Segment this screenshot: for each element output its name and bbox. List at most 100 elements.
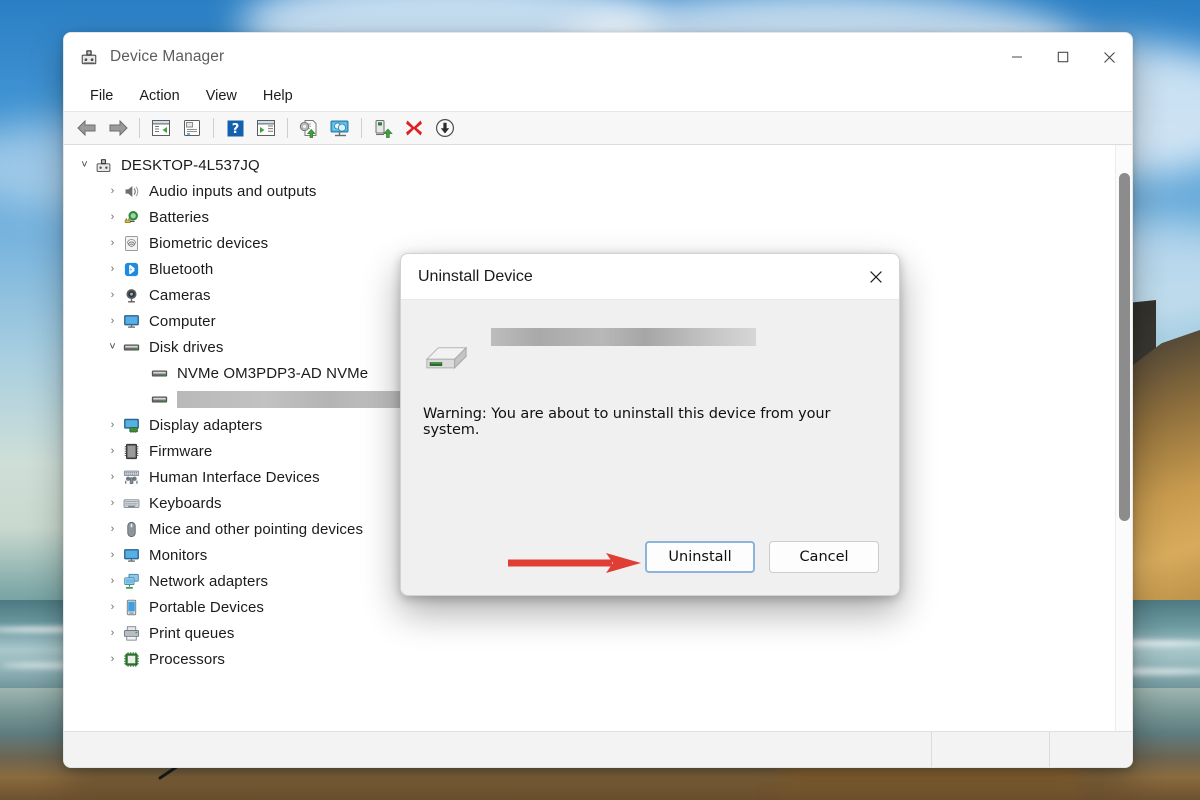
close-button[interactable]	[1086, 33, 1132, 81]
chevron-right-icon[interactable]: ›	[104, 654, 121, 665]
dialog-close-button[interactable]	[853, 254, 899, 300]
chevron-right-icon[interactable]: ›	[104, 186, 121, 197]
chevron-right-icon[interactable]: ›	[104, 550, 121, 561]
uninstall-device-button[interactable]	[399, 114, 429, 142]
monitor-icon	[121, 546, 141, 564]
chevron-down-icon[interactable]: ˅	[76, 160, 93, 171]
printer-icon	[121, 624, 141, 642]
disk-drive-icon	[121, 338, 141, 356]
tree-node-label: Bluetooth	[149, 261, 213, 278]
cancel-button[interactable]: Cancel	[769, 541, 879, 573]
uninstall-button[interactable]: Uninstall	[645, 541, 755, 573]
menu-item-view[interactable]: View	[193, 85, 250, 107]
status-bar-text	[64, 732, 932, 767]
tree-node-label: Portable Devices	[149, 599, 264, 616]
tree-node-label: Monitors	[149, 547, 207, 564]
keyboard-icon	[121, 494, 141, 512]
chevron-right-icon[interactable]: ›	[104, 290, 121, 301]
tree-node-label: Audio inputs and outputs	[149, 183, 317, 200]
network-adapter-icon	[121, 572, 141, 590]
show-hide-console-tree-button[interactable]	[146, 114, 176, 142]
chevron-right-icon[interactable]: ›	[104, 316, 121, 327]
enable-device-icon	[373, 119, 393, 138]
uninstall-device-dialog: Uninstall Device Warning: You are about …	[400, 253, 900, 596]
toolbar-separator	[213, 118, 214, 138]
tree-node-label: Human Interface Devices	[149, 469, 320, 486]
help-button[interactable]: ?	[220, 114, 250, 142]
redacted-device-name	[491, 328, 756, 346]
status-bar-segment-3	[1050, 732, 1132, 767]
chevron-right-icon[interactable]: ›	[104, 576, 121, 587]
tree-node-root[interactable]: ˅ DESKTOP-4L537JQ	[64, 152, 1115, 178]
status-bar	[64, 731, 1132, 767]
properties-icon	[182, 119, 202, 137]
chevron-right-icon[interactable]: ›	[104, 628, 121, 639]
chevron-down-icon[interactable]: ˅	[104, 342, 121, 353]
chevron-right-icon[interactable]: ›	[104, 472, 121, 483]
dialog-warning-text: Warning: You are about to uninstall this…	[423, 406, 877, 438]
menu-item-help[interactable]: Help	[250, 85, 306, 107]
enable-device-button[interactable]	[368, 114, 398, 142]
monitor-icon	[121, 312, 141, 330]
tree-node-label: Biometric devices	[149, 235, 268, 252]
device-manager-icon	[80, 48, 98, 66]
chevron-right-icon[interactable]: ›	[104, 446, 121, 457]
tree-node-label: Keyboards	[149, 495, 222, 512]
toolbar-separator	[139, 118, 140, 138]
disk-drive-3d-icon	[423, 342, 469, 375]
vertical-scrollbar[interactable]	[1115, 145, 1132, 731]
forward-arrow-icon	[107, 119, 129, 137]
disable-device-button[interactable]	[430, 114, 460, 142]
action-pane-icon	[256, 119, 276, 137]
tree-node-label: Network adapters	[149, 573, 268, 590]
menu-item-file[interactable]: File	[77, 85, 126, 107]
dialog-body: Warning: You are about to uninstall this…	[401, 300, 899, 519]
window-controls	[994, 33, 1132, 81]
chevron-right-icon[interactable]: ›	[104, 498, 121, 509]
forward-button[interactable]	[103, 114, 133, 142]
tree-node-batteries[interactable]: › Batteries	[64, 204, 1115, 230]
dialog-footer: Uninstall Cancel	[401, 519, 899, 595]
camera-icon	[121, 286, 141, 304]
back-button[interactable]	[72, 114, 102, 142]
svg-text:?: ?	[231, 122, 239, 137]
chevron-right-icon[interactable]: ›	[104, 238, 121, 249]
chevron-right-icon[interactable]: ›	[104, 602, 121, 613]
minimize-button[interactable]	[994, 33, 1040, 81]
tree-node-label: Print queues	[149, 625, 234, 642]
properties-button[interactable]	[177, 114, 207, 142]
tree-node-processors[interactable]: › Processors	[64, 646, 1115, 672]
speaker-icon	[121, 182, 141, 200]
disk-drive-icon	[149, 390, 169, 408]
bluetooth-icon	[121, 260, 141, 278]
dialog-title-bar: Uninstall Device	[401, 254, 899, 300]
scrollbar-thumb[interactable]	[1119, 173, 1130, 521]
chevron-right-icon[interactable]: ›	[104, 420, 121, 431]
computer-root-icon	[93, 156, 113, 174]
tree-node-label: Disk drives	[149, 339, 223, 356]
chevron-right-icon[interactable]: ›	[104, 264, 121, 275]
show-hide-action-pane-button[interactable]	[251, 114, 281, 142]
back-arrow-icon	[76, 119, 98, 137]
display-adapter-icon	[121, 416, 141, 434]
tree-node-audio-inputs-and-outputs[interactable]: › Audio inputs and outputs	[64, 178, 1115, 204]
menu-item-action[interactable]: Action	[126, 85, 192, 107]
tree-node-print-queues[interactable]: › Print queues	[64, 620, 1115, 646]
redacted-device-name	[177, 391, 429, 408]
window-title-bar[interactable]: Device Manager	[64, 33, 1132, 81]
toolbar-separator	[361, 118, 362, 138]
firmware-icon	[121, 442, 141, 460]
console-tree-icon	[151, 119, 171, 137]
tree-node-portable-devices[interactable]: › Portable Devices	[64, 594, 1115, 620]
chevron-right-icon[interactable]: ›	[104, 524, 121, 535]
maximize-button[interactable]	[1040, 33, 1086, 81]
scan-for-hardware-changes-button[interactable]	[325, 114, 355, 142]
tree-node-label: NVMe OM3PDP3-AD NVMe	[177, 365, 368, 382]
chevron-right-icon[interactable]: ›	[104, 212, 121, 223]
update-driver-button[interactable]	[294, 114, 324, 142]
tree-node-label: Mice and other pointing devices	[149, 521, 363, 538]
tree-node-label: Computer	[149, 313, 216, 330]
processor-icon	[121, 650, 141, 668]
disk-drive-icon	[149, 364, 169, 382]
red-x-icon	[404, 118, 424, 138]
